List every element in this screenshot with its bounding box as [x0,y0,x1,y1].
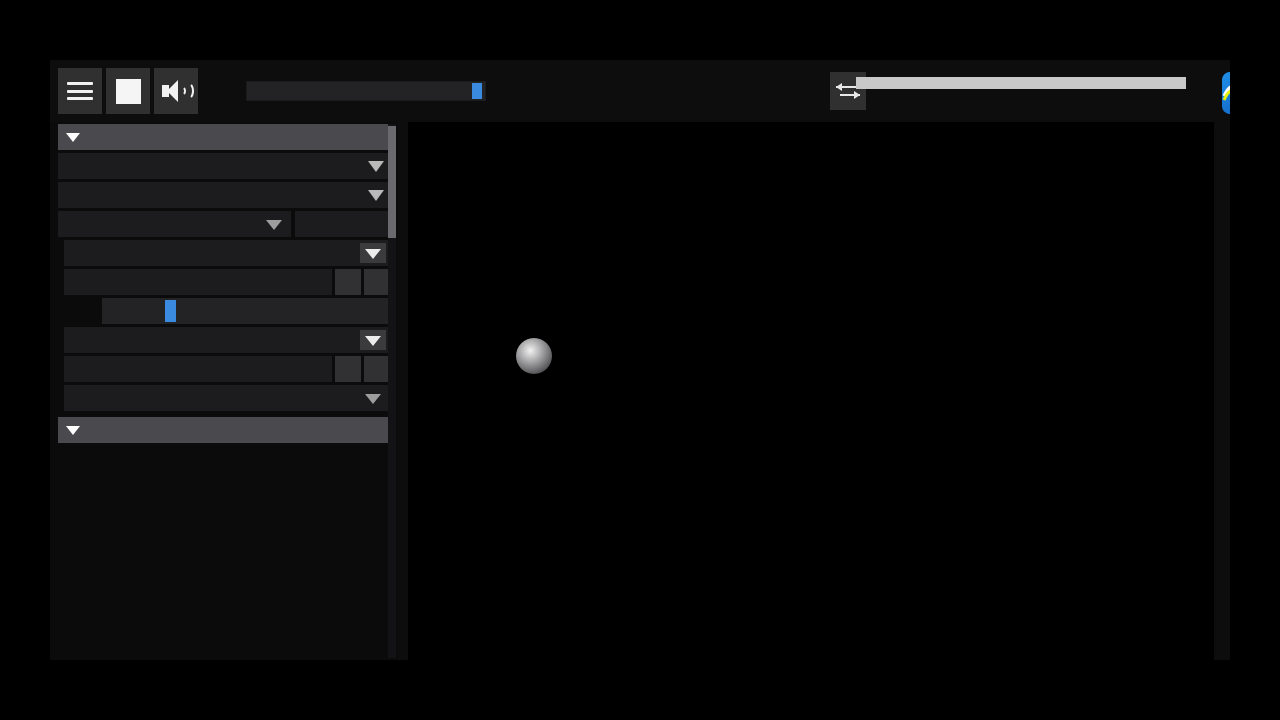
spectrum-x-axis-labels [456,254,1210,274]
left-panel-scroll-thumb[interactable] [388,126,396,238]
ppm-increment-button[interactable] [364,269,390,295]
radio-section-header[interactable] [58,417,390,443]
chevron-down-icon [360,388,386,408]
samplerate-row [58,211,390,237]
samplerate-dropdown[interactable] [58,211,291,237]
stop-square-icon [115,78,141,104]
chevron-down-icon [360,243,386,263]
direct-sampling-row [58,240,390,266]
signal-strength-meter [856,74,1196,118]
gain-slider-row [58,298,390,324]
demod-mode-list [58,448,390,478]
source-section-header[interactable] [58,124,390,150]
ppm-correction-row [58,269,390,295]
screen-left-letterbox [0,0,50,720]
offset-increment-button[interactable] [364,356,390,382]
volume-slider[interactable] [246,81,486,101]
chevron-down-icon [368,190,384,201]
sdr-application-window [50,60,1280,660]
offset-decrement-button[interactable] [335,356,361,382]
spectrum-trace [456,130,1210,248]
caret-down-icon [66,425,80,435]
speaker-volume-icon [162,80,194,102]
decimation-row [58,385,390,411]
offset-input[interactable] [64,356,332,382]
ppm-decrement-button[interactable] [335,269,361,295]
gain-slider[interactable] [102,298,390,324]
chevron-down-icon [368,161,384,172]
waterfall-canvas[interactable] [466,290,1210,660]
hamburger-menu-icon [67,82,93,100]
top-toolbar [50,60,1280,122]
chevron-down-icon [360,330,386,350]
touch-point-indicator [516,338,552,374]
left-panel-scrollbar[interactable] [388,124,396,658]
caret-down-icon [66,132,80,142]
left-control-panel [50,122,398,660]
signal-meter-track [856,77,1186,89]
refresh-button[interactable] [295,211,390,237]
hamburger-menu-button[interactable] [58,68,102,114]
volume-slider-handle[interactable] [472,83,482,99]
direct-sampling-dropdown[interactable] [64,240,390,266]
offset-mode-dropdown[interactable] [64,327,390,353]
signal-meter-labels [856,95,1186,115]
waterfall-image [466,290,1210,660]
volume-button[interactable] [154,68,198,114]
chevron-down-icon [261,214,287,234]
spectrum-plot-area[interactable] [456,130,1210,248]
device-type-dropdown[interactable] [58,153,390,179]
screen-right-letterbox [1230,0,1280,720]
offset-mode-row [58,327,390,353]
ppm-correction-input[interactable] [64,269,332,295]
offset-row [58,356,390,382]
stop-button[interactable] [106,68,150,114]
gain-value [102,298,390,324]
decimation-dropdown[interactable] [64,385,390,411]
spectrum-y-axis-labels [408,122,452,272]
spectrum-analyzer[interactable] [408,122,1214,290]
device-name-dropdown[interactable] [58,182,390,208]
